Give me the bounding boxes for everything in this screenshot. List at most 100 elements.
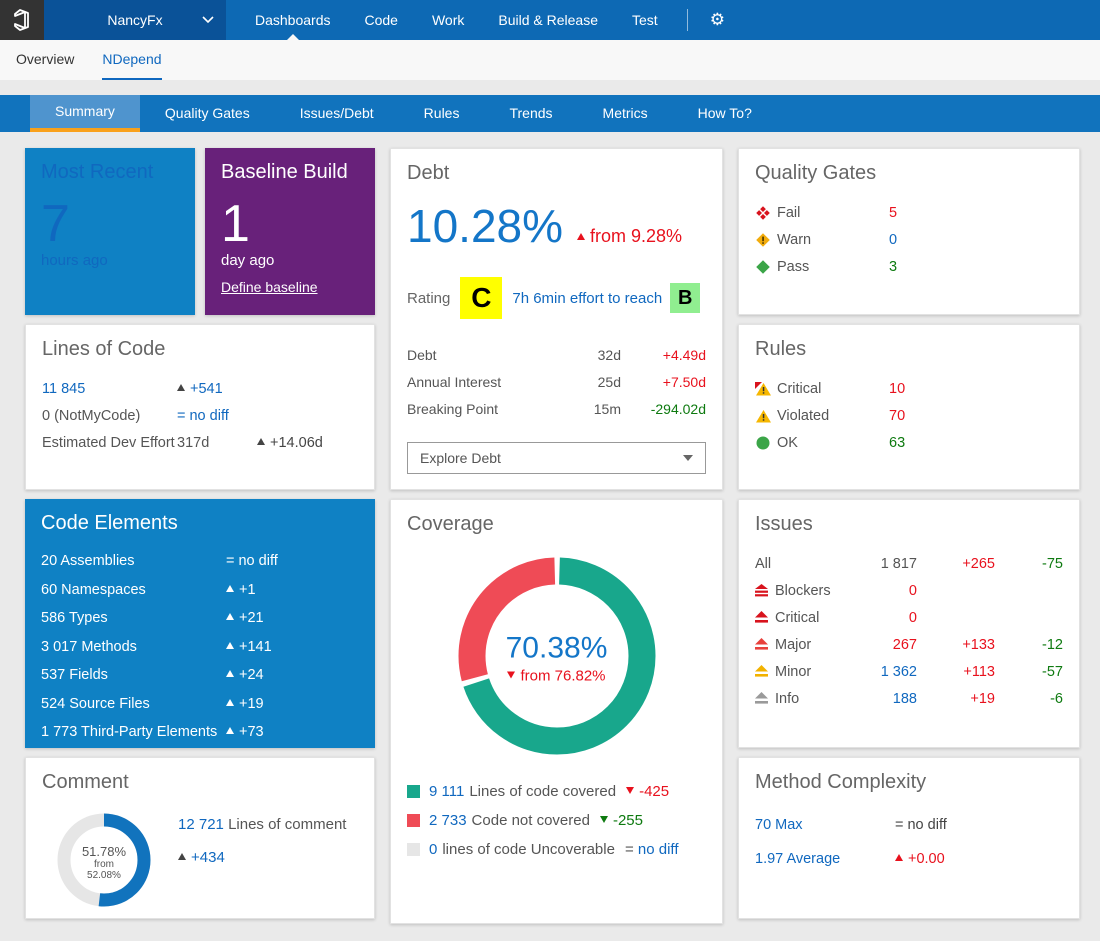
up-arrow-icon <box>226 585 234 592</box>
issues-blockers-label: Blockers <box>775 583 831 599</box>
covered-label: Lines of code covered <box>469 783 616 800</box>
nav-dashboards[interactable]: Dashboards <box>238 0 348 40</box>
ce-label: 20 Assemblies <box>41 553 226 569</box>
rules-row-critical: Critical 10 <box>755 375 1063 402</box>
most-recent-title: Most Recent <box>41 161 179 184</box>
violated-rule-icon <box>755 408 772 424</box>
hub-tabs-row: Overview NDepend <box>0 40 1100 80</box>
coverage-title: Coverage <box>407 513 706 536</box>
settings-gear-icon[interactable]: ⚙ <box>700 0 735 40</box>
issues-critical-label: Critical <box>775 610 819 626</box>
pivot-quality-gates[interactable]: Quality Gates <box>140 95 275 132</box>
comment-value[interactable]: 12 721 <box>178 816 224 833</box>
fail-diamond-icon <box>755 205 771 221</box>
nav-divider <box>687 9 688 31</box>
method-complexity-panel: Method Complexity 70 Max = no diff 1.97 … <box>738 757 1080 919</box>
issues-all-count[interactable]: 1 817 <box>847 556 917 572</box>
debt-title: Debt <box>407 162 706 185</box>
rules-violated-count[interactable]: 70 <box>889 408 905 424</box>
mc-row-max: 70 Max = no diff <box>755 808 1063 842</box>
tab-overview[interactable]: Overview <box>16 40 74 80</box>
lines-of-code-title: Lines of Code <box>42 338 358 361</box>
ce-label: 1 773 Third-Party Elements <box>41 724 226 740</box>
baseline-build-tile[interactable]: Baseline Build 1 day ago Define baseline <box>205 148 375 315</box>
qg-pass-count[interactable]: 3 <box>889 259 897 275</box>
not-covered-swatch <box>407 814 420 827</box>
issues-info-fixed: -6 <box>995 691 1063 707</box>
issues-info-count[interactable]: 188 <box>847 691 917 707</box>
qg-fail-count[interactable]: 5 <box>889 205 897 221</box>
nav-code[interactable]: Code <box>348 0 415 40</box>
loc-total-value[interactable]: 11 845 <box>42 381 177 397</box>
top-nav-bar: NancyFx Dashboards Code Work Build & Rel… <box>0 0 1100 40</box>
issues-minor-count[interactable]: 1 362 <box>847 664 917 680</box>
explore-debt-dropdown[interactable]: Explore Debt <box>407 442 706 474</box>
quality-gates-panel: Quality Gates Fail 5 Warn 0 <box>738 148 1080 315</box>
not-covered-value[interactable]: 2 733 <box>429 812 467 829</box>
pivot-issues-debt[interactable]: Issues/Debt <box>275 95 399 132</box>
up-arrow-icon <box>178 853 186 860</box>
qg-warn-count[interactable]: 0 <box>889 232 897 248</box>
up-arrow-icon <box>226 670 234 677</box>
issues-all-added: +265 <box>917 556 995 572</box>
debt-percent[interactable]: 10.28% <box>407 199 563 253</box>
comment-lines-row: 12 721 Lines of comment <box>178 816 346 833</box>
nav-build-release[interactable]: Build & Release <box>481 0 615 40</box>
pivot-rules[interactable]: Rules <box>399 95 485 132</box>
up-arrow-icon <box>226 613 234 620</box>
mc-max-value[interactable]: 70 Max <box>755 817 895 833</box>
explore-debt-label: Explore Debt <box>420 450 501 466</box>
project-name: NancyFx <box>107 12 162 28</box>
ce-row-source-files: 524 Source Files +19 <box>41 690 359 719</box>
top-nav: Dashboards Code Work Build & Release Tes… <box>238 0 675 40</box>
ce-diff: = no diff <box>226 553 278 569</box>
up-arrow-icon <box>577 233 585 240</box>
rating-label: Rating <box>407 290 450 307</box>
minor-severity-icon <box>755 665 768 678</box>
issues-blockers-count[interactable]: 0 <box>847 583 917 599</box>
debt-from: from 9.28% <box>577 226 682 247</box>
nav-work[interactable]: Work <box>415 0 481 40</box>
issues-info-added: +19 <box>917 691 995 707</box>
not-covered-label: Code not covered <box>472 812 590 829</box>
lines-of-code-panel: Lines of Code 11 845 +541 0 (NotMyCode) … <box>25 324 375 490</box>
define-baseline-link[interactable]: Define baseline <box>221 279 318 295</box>
loc-row-effort: Estimated Dev Effort 317d +14.06d <box>42 429 358 456</box>
nav-test[interactable]: Test <box>615 0 675 40</box>
issues-minor-fixed: -57 <box>995 664 1063 680</box>
pass-diamond-icon <box>755 259 771 275</box>
quality-gates-title: Quality Gates <box>755 162 1063 185</box>
comment-title: Comment <box>42 771 358 794</box>
pivot-metrics[interactable]: Metrics <box>578 95 673 132</box>
project-selector[interactable]: NancyFx <box>44 0 226 40</box>
pivot-trends[interactable]: Trends <box>484 95 577 132</box>
coverage-from: from 76.82% <box>451 667 663 684</box>
code-elements-tile[interactable]: Code Elements 20 Assemblies = no diff 60… <box>25 499 375 748</box>
most-recent-unit: hours ago <box>41 252 179 269</box>
ce-label: 3 017 Methods <box>41 639 226 655</box>
rating-effort-text[interactable]: 7h 6min effort to reach <box>512 290 662 307</box>
issues-major-fixed: -12 <box>995 637 1063 653</box>
vsts-logo[interactable] <box>0 0 44 40</box>
rules-ok-count[interactable]: 63 <box>889 435 905 451</box>
pivot-summary[interactable]: Summary <box>30 95 140 132</box>
uncoverable-value[interactable]: 0 <box>429 841 437 858</box>
most-recent-tile[interactable]: Most Recent 7 hours ago <box>25 148 195 315</box>
ce-label: 586 Types <box>41 610 226 626</box>
covered-value[interactable]: 9 111 <box>429 783 464 800</box>
dashboard-content: Most Recent 7 hours ago Baseline Build 1… <box>0 132 1100 924</box>
loc-notmycode-label: 0 (NotMyCode) <box>42 408 177 424</box>
issues-panel: Issues All 1 817 +265 -75 Blockers 0 Cri… <box>738 499 1080 748</box>
debt-row-value: 15m <box>566 401 621 417</box>
loc-notmycode-diff: = no diff <box>177 408 229 424</box>
tab-ndepend[interactable]: NDepend <box>102 40 161 80</box>
loc-effort-diff: +14.06d <box>257 435 323 451</box>
issues-critical-count[interactable]: 0 <box>847 610 917 626</box>
issues-row-info: Info 188 +19 -6 <box>755 685 1063 712</box>
issues-major-count[interactable]: 267 <box>847 637 917 653</box>
rules-critical-count[interactable]: 10 <box>889 381 905 397</box>
pivot-how-to[interactable]: How To? <box>673 95 777 132</box>
debt-row-breaking-point: Breaking Point 15m -294.02d <box>407 395 706 422</box>
debt-row-debt: Debt 32d +4.49d <box>407 341 706 368</box>
mc-average-value[interactable]: 1.97 Average <box>755 851 895 867</box>
